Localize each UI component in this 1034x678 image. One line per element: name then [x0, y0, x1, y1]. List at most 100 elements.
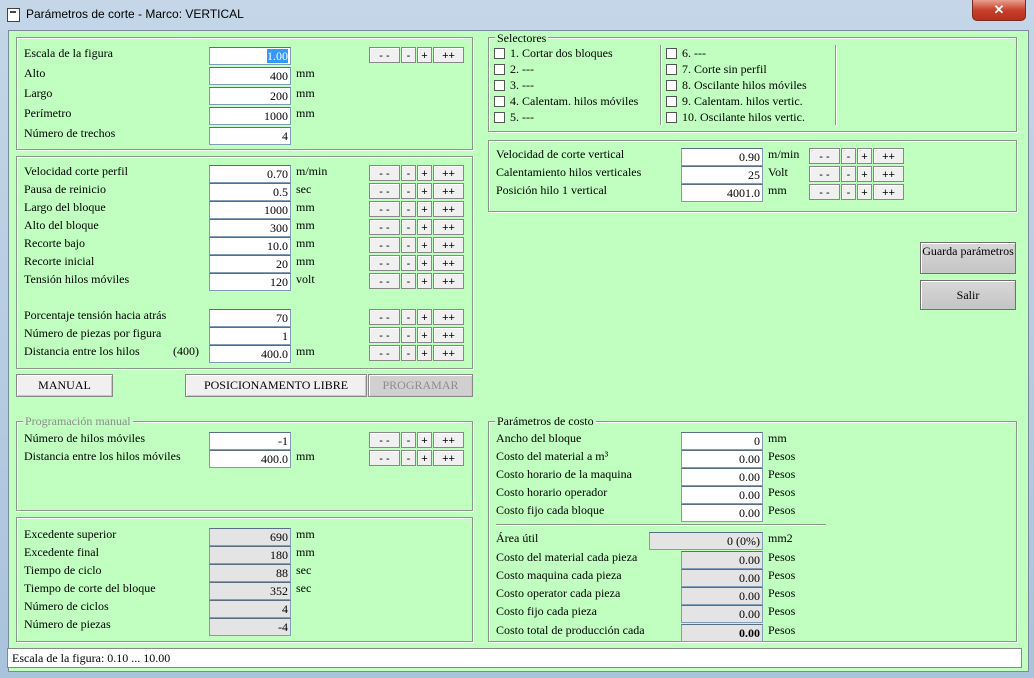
cut-row-1-inc-big-button[interactable]: ++	[433, 183, 464, 199]
alto-input[interactable]: 400	[209, 67, 291, 85]
vertical-row-0-input[interactable]: 0.90	[681, 148, 763, 166]
cost-input-row-2-input[interactable]: 0.00	[681, 468, 763, 486]
cut-row-0-inc-button[interactable]: +	[417, 165, 432, 181]
selector-4-checkbox[interactable]	[494, 96, 505, 107]
cut-row-5-inc-button[interactable]: +	[417, 255, 432, 271]
cut-row2-2-inc-big-button[interactable]: ++	[433, 345, 464, 361]
cut-row-6-dec-big-button[interactable]: - -	[369, 273, 400, 289]
vertical-row-0-inc-big-button[interactable]: ++	[873, 148, 904, 164]
cut-row-0-dec-button[interactable]: -	[401, 165, 416, 181]
vertical-row-0-dec-big-button[interactable]: - -	[809, 148, 840, 164]
trechos-input[interactable]: 4	[209, 127, 291, 145]
cut-row-6-inc-big-button[interactable]: ++	[433, 273, 464, 289]
largo-input[interactable]: 200	[209, 87, 291, 105]
vertical-row-2-dec-big-button[interactable]: - -	[809, 184, 840, 200]
scale-dec-button[interactable]: -	[401, 47, 416, 63]
cut-row-1-dec-big-button[interactable]: - -	[369, 183, 400, 199]
vertical-row-1-input[interactable]: 25	[681, 166, 763, 184]
cut-row-2-input[interactable]: 1000	[209, 201, 291, 219]
manual-row-0-inc-button[interactable]: +	[417, 432, 432, 448]
cut-row-4-inc-button[interactable]: +	[417, 237, 432, 253]
manual-row-1-inc-big-button[interactable]: ++	[433, 450, 464, 466]
cut-row-5-input[interactable]: 20	[209, 255, 291, 273]
cut-row2-1-dec-button[interactable]: -	[401, 327, 416, 343]
vertical-row-2-input[interactable]: 4001.0	[681, 184, 763, 202]
selector-10-checkbox[interactable]	[666, 112, 677, 123]
selector-2-checkbox[interactable]	[494, 64, 505, 75]
cut-row-3-inc-big-button[interactable]: ++	[433, 219, 464, 235]
selector-9-checkbox[interactable]	[666, 96, 677, 107]
close-button[interactable]: ✕	[972, 0, 1026, 21]
scale-inc-button[interactable]: +	[417, 47, 432, 63]
cut-row-2-inc-button[interactable]: +	[417, 201, 432, 217]
cut-row-2-inc-big-button[interactable]: ++	[433, 201, 464, 217]
manual-button[interactable]: MANUAL	[16, 374, 113, 397]
cut-row2-1-input[interactable]: 1	[209, 327, 291, 345]
vertical-row-2-dec-button[interactable]: -	[841, 184, 856, 200]
cut-row-1-dec-button[interactable]: -	[401, 183, 416, 199]
cut-row2-0-dec-button[interactable]: -	[401, 309, 416, 325]
cut-row-5-inc-big-button[interactable]: ++	[433, 255, 464, 271]
vertical-row-1-dec-big-button[interactable]: - -	[809, 166, 840, 182]
selector-6-checkbox[interactable]	[666, 48, 677, 59]
cut-row2-1-inc-big-button[interactable]: ++	[433, 327, 464, 343]
cut-row2-2-inc-button[interactable]: +	[417, 345, 432, 361]
cut-row-5-dec-button[interactable]: -	[401, 255, 416, 271]
cost-input-row-1-input[interactable]: 0.00	[681, 450, 763, 468]
cut-row2-0-input[interactable]: 70	[209, 309, 291, 327]
cut-row-6-inc-button[interactable]: +	[417, 273, 432, 289]
cut-row-3-dec-button[interactable]: -	[401, 219, 416, 235]
manual-row-0-dec-big-button[interactable]: - -	[369, 432, 400, 448]
cut-row-3-input[interactable]: 300	[209, 219, 291, 237]
selector-8-checkbox[interactable]	[666, 80, 677, 91]
cut-row-6-dec-button[interactable]: -	[401, 273, 416, 289]
vertical-row-1-inc-big-button[interactable]: ++	[873, 166, 904, 182]
cut-row2-1-dec-big-button[interactable]: - -	[369, 327, 400, 343]
cut-row-0-inc-big-button[interactable]: ++	[433, 165, 464, 181]
scale-dec-big-button[interactable]: - -	[369, 47, 400, 63]
cut-row-0-dec-big-button[interactable]: - -	[369, 165, 400, 181]
cut-row-5-dec-big-button[interactable]: - -	[369, 255, 400, 271]
vertical-row-2-inc-big-button[interactable]: ++	[873, 184, 904, 200]
cut-row-4-dec-big-button[interactable]: - -	[369, 237, 400, 253]
cut-row-4-dec-button[interactable]: -	[401, 237, 416, 253]
selector-3-checkbox[interactable]	[494, 80, 505, 91]
selector-1-checkbox[interactable]	[494, 48, 505, 59]
cut-row-2-dec-button[interactable]: -	[401, 201, 416, 217]
cut-row-3-dec-big-button[interactable]: - -	[369, 219, 400, 235]
cut-row-0-input[interactable]: 0.70	[209, 165, 291, 183]
salir-button[interactable]: Salir	[920, 280, 1016, 310]
cut-row2-2-dec-button[interactable]: -	[401, 345, 416, 361]
cut-row2-2-input[interactable]: 400.0	[209, 345, 291, 363]
cut-row-1-inc-button[interactable]: +	[417, 183, 432, 199]
scale-input[interactable]: 1.00	[209, 47, 291, 65]
cut-row-4-input[interactable]: 10.0	[209, 237, 291, 255]
cut-row-3-inc-button[interactable]: +	[417, 219, 432, 235]
selector-7-checkbox[interactable]	[666, 64, 677, 75]
cut-row-1-input[interactable]: 0.5	[209, 183, 291, 201]
vertical-row-0-dec-button[interactable]: -	[841, 148, 856, 164]
cut-row-2-dec-big-button[interactable]: - -	[369, 201, 400, 217]
cost-input-row-3-input[interactable]: 0.00	[681, 486, 763, 504]
cut-row-6-input[interactable]: 120	[209, 273, 291, 291]
manual-row-0-input[interactable]: -1	[209, 432, 291, 450]
vertical-row-2-inc-button[interactable]: +	[857, 184, 872, 200]
programar-button[interactable]: PROGRAMAR	[368, 374, 473, 397]
cut-row2-1-inc-button[interactable]: +	[417, 327, 432, 343]
cut-row2-0-inc-button[interactable]: +	[417, 309, 432, 325]
scale-inc-big-button[interactable]: ++	[433, 47, 464, 63]
perimetro-input[interactable]: 1000	[209, 107, 291, 125]
cut-row-4-inc-big-button[interactable]: ++	[433, 237, 464, 253]
vertical-row-0-inc-button[interactable]: +	[857, 148, 872, 164]
manual-row-1-inc-button[interactable]: +	[417, 450, 432, 466]
manual-row-0-inc-big-button[interactable]: ++	[433, 432, 464, 448]
manual-row-1-input[interactable]: 400.0	[209, 450, 291, 468]
vertical-row-1-inc-button[interactable]: +	[857, 166, 872, 182]
cut-row2-0-dec-big-button[interactable]: - -	[369, 309, 400, 325]
vertical-row-1-dec-button[interactable]: -	[841, 166, 856, 182]
selector-5-checkbox[interactable]	[494, 112, 505, 123]
cost-input-row-0-input[interactable]: 0	[681, 432, 763, 450]
cut-row2-2-dec-big-button[interactable]: - -	[369, 345, 400, 361]
manual-row-1-dec-button[interactable]: -	[401, 450, 416, 466]
cut-row2-0-inc-big-button[interactable]: ++	[433, 309, 464, 325]
